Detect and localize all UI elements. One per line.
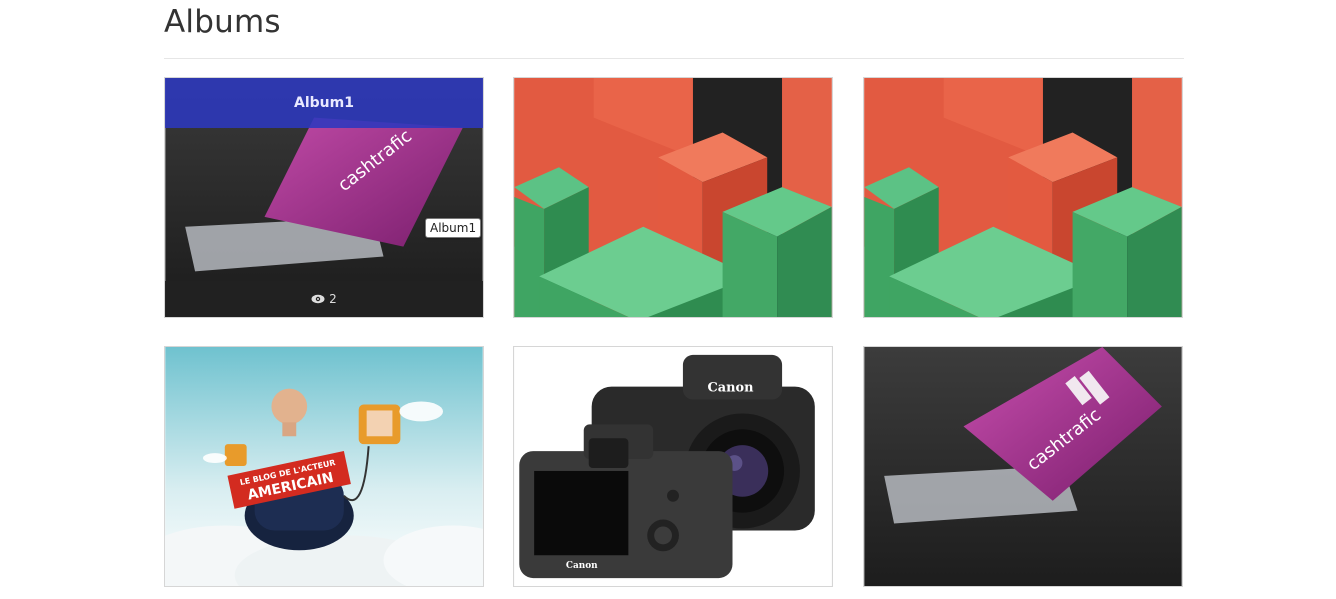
camera-brand-top: Canon	[708, 381, 755, 396]
album-tile-5[interactable]: Canon Canon	[513, 346, 833, 587]
camera-brand-bottom: Canon	[566, 561, 598, 571]
business-card-image: cashtrafic	[864, 347, 1182, 586]
view-count: 2	[329, 292, 337, 306]
album-views: 2	[165, 281, 483, 317]
album-tile-4[interactable]: LE BLOG DE L'ACTEUR AMERICAIN	[164, 346, 484, 587]
blocks-image	[864, 78, 1182, 317]
eye-icon	[311, 294, 325, 304]
album-tile-1[interactable]: cashtrafic Album1 Album1 2	[164, 77, 484, 318]
album-title: Album1	[165, 78, 483, 128]
actor-poster-image: LE BLOG DE L'ACTEUR AMERICAIN	[165, 347, 483, 586]
album-tile-6[interactable]: cashtrafic	[863, 346, 1183, 587]
page-title: Albums	[164, 4, 281, 40]
album-tile-2[interactable]	[513, 77, 833, 318]
title-divider	[164, 58, 1184, 59]
blocks-image	[514, 78, 832, 317]
album-tile-3[interactable]	[863, 77, 1183, 318]
camera-image: Canon Canon	[514, 347, 832, 586]
album-tooltip: Album1	[425, 218, 482, 238]
